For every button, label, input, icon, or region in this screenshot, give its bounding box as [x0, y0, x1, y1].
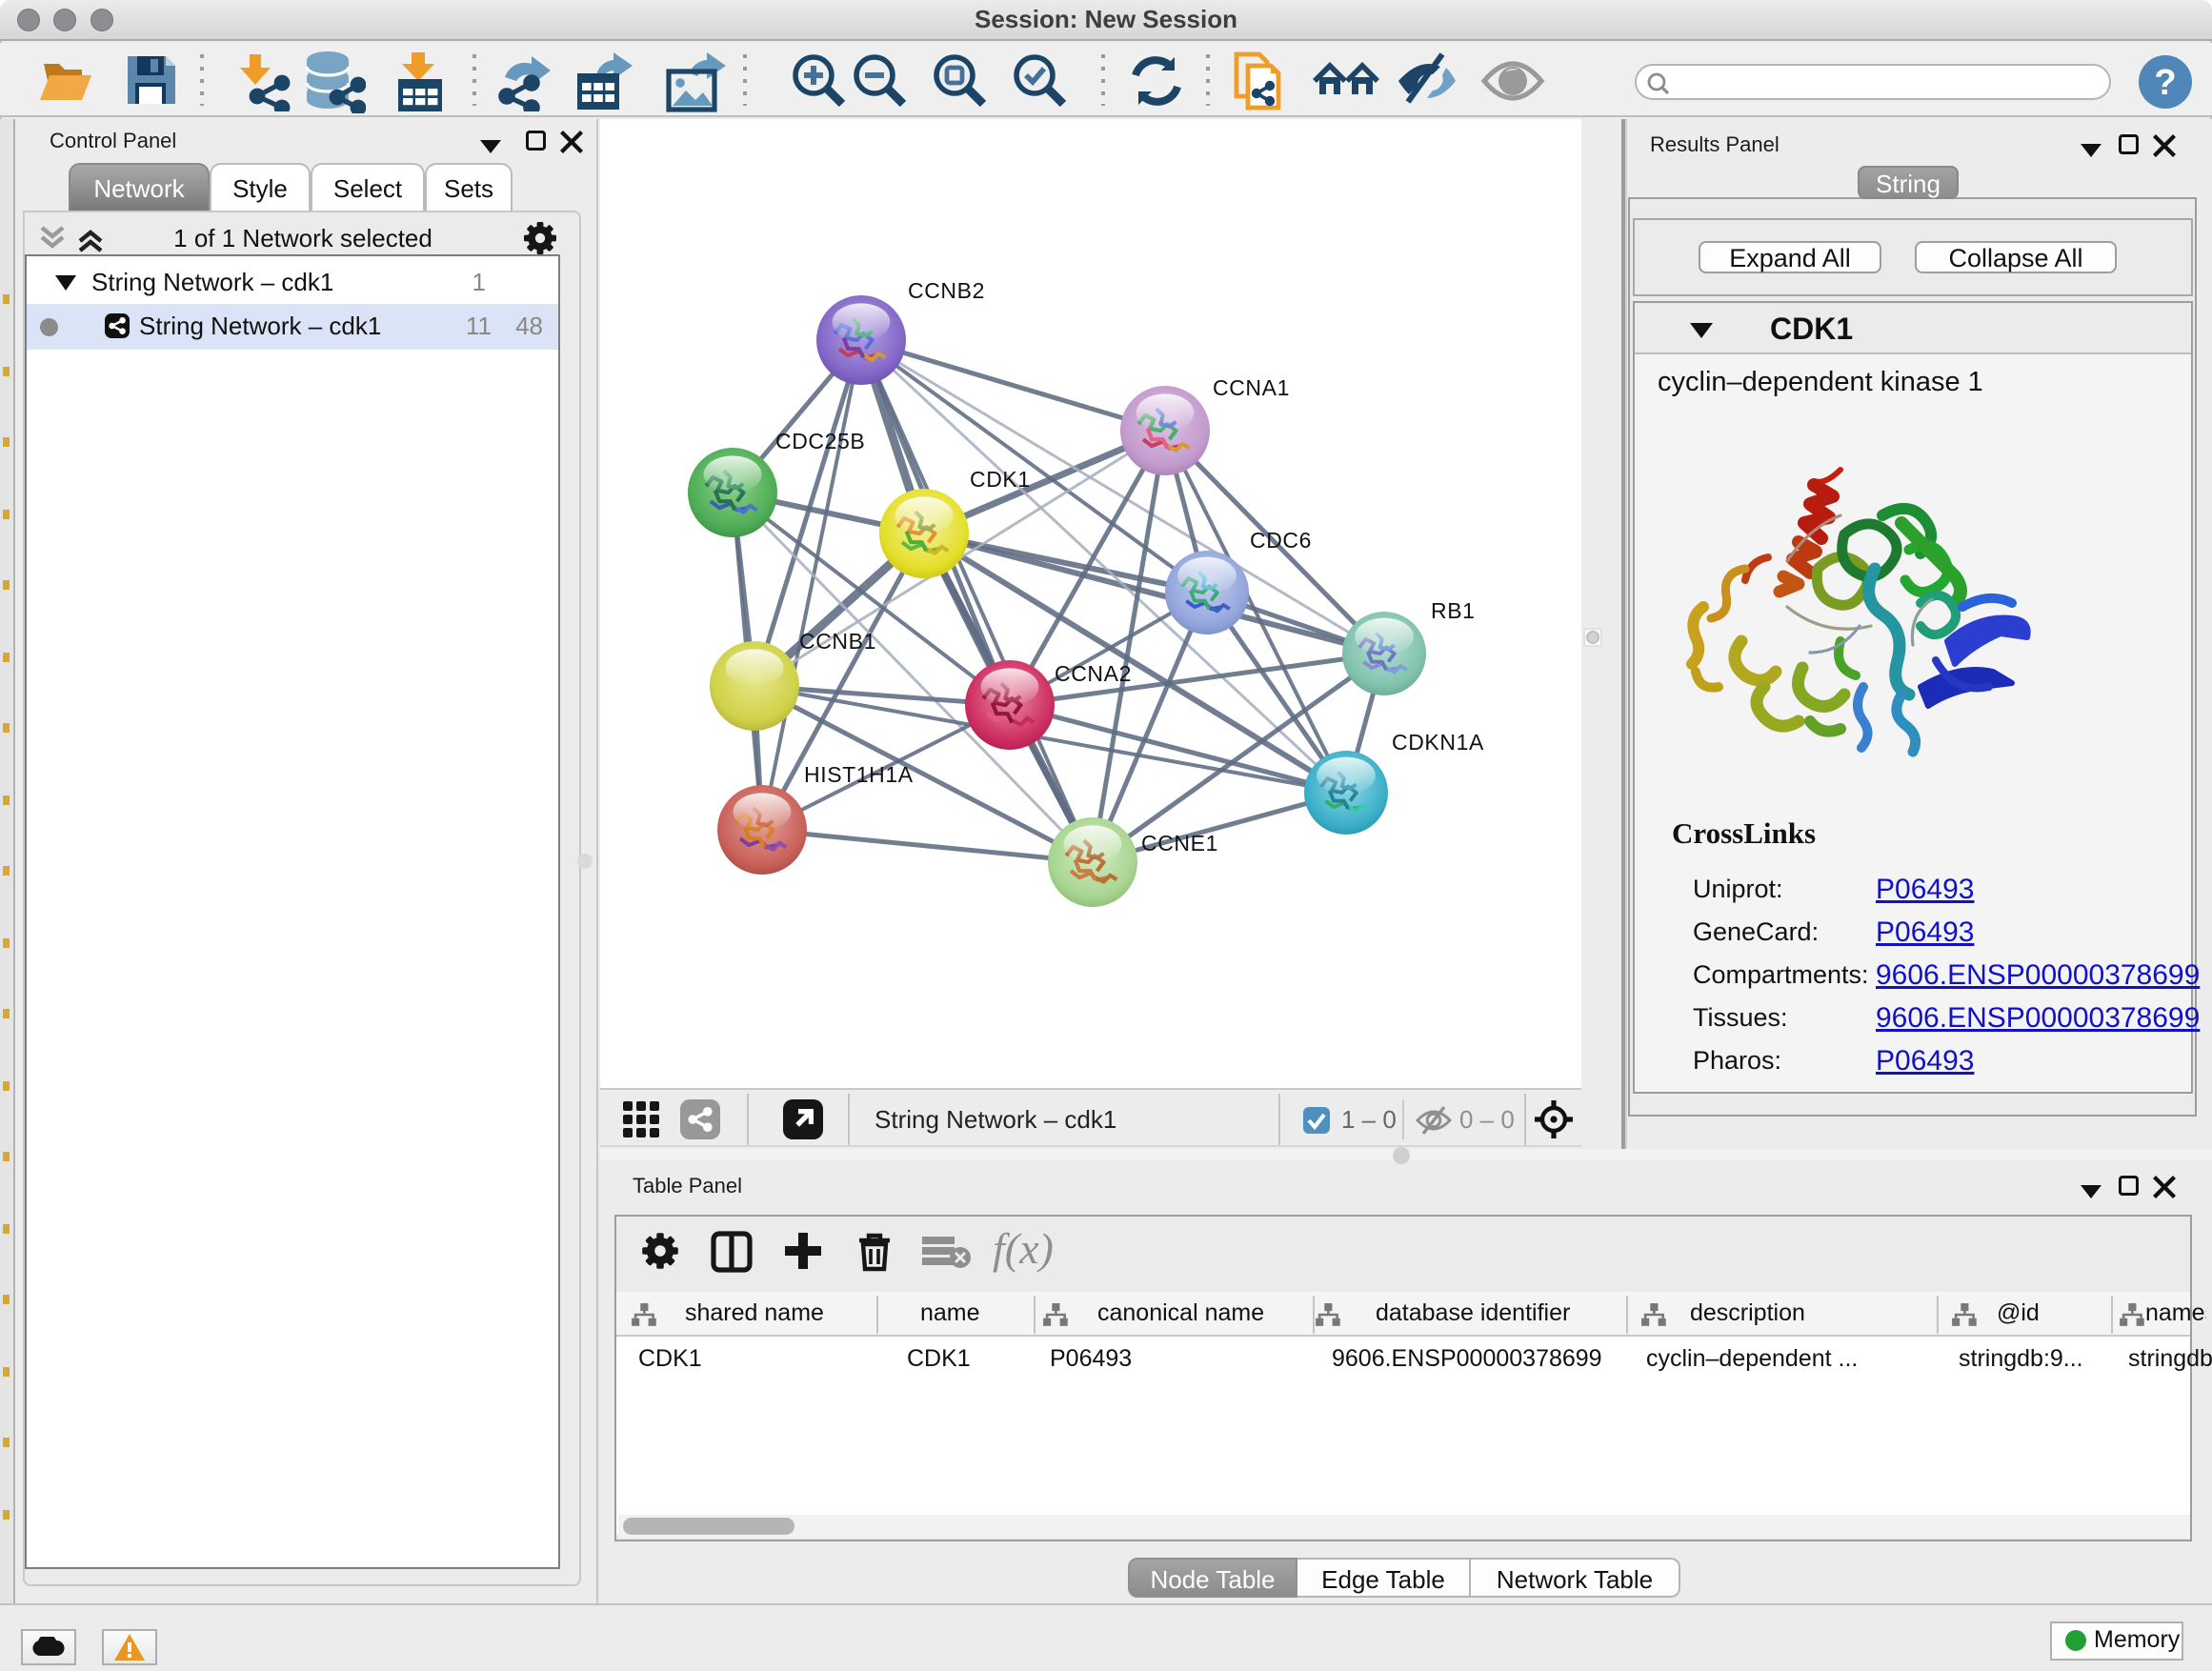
svg-text:CDC25B: CDC25B — [775, 429, 865, 453]
svg-text:?: ? — [2154, 63, 2176, 103]
svg-text:CDKN1A: CDKN1A — [1392, 730, 1484, 755]
svg-text:CCNE1: CCNE1 — [1141, 831, 1218, 856]
svg-text:RB1: RB1 — [1431, 598, 1476, 623]
svg-text:CCNA2: CCNA2 — [1055, 661, 1132, 686]
svg-text:HIST1H1A: HIST1H1A — [804, 762, 914, 787]
svg-text:CDC6: CDC6 — [1250, 528, 1312, 553]
svg-text:CCNB1: CCNB1 — [799, 629, 876, 654]
svg-text:CDK1: CDK1 — [970, 467, 1031, 492]
svg-text:CCNB2: CCNB2 — [908, 278, 985, 303]
svg-text:CCNA1: CCNA1 — [1213, 375, 1290, 400]
